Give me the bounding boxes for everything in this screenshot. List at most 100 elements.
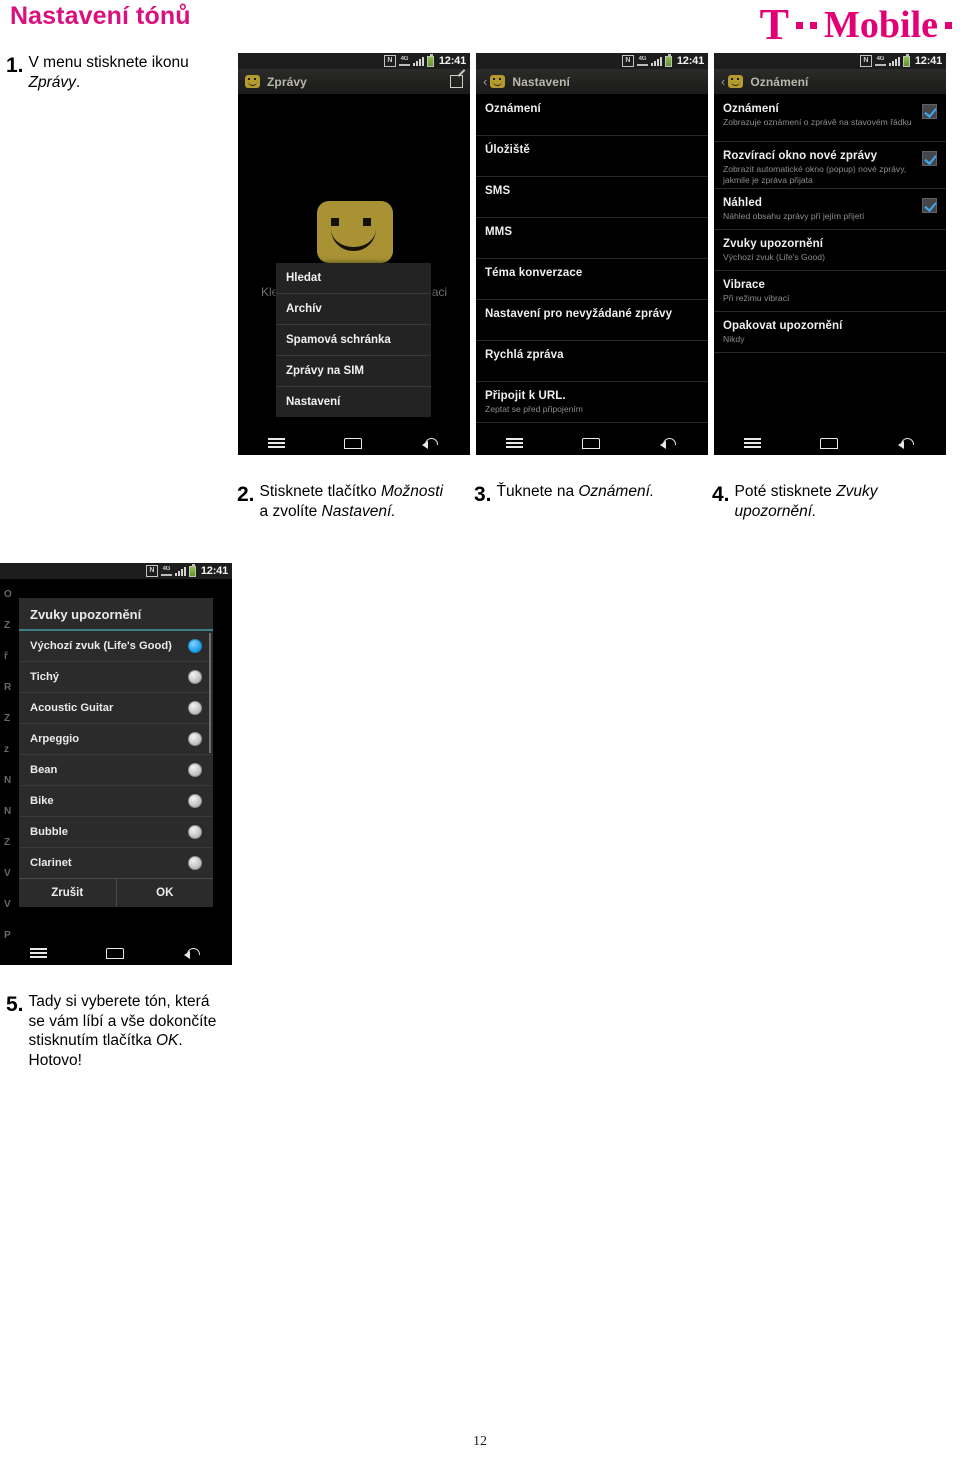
network-4g-icon: 4G [636, 56, 648, 66]
network-4g-icon: 4G [160, 566, 172, 576]
page-title: Nastavení tónů [10, 2, 191, 30]
list-item[interactable]: MMS [476, 218, 708, 259]
radio-icon[interactable] [188, 763, 202, 777]
options-menu[interactable]: Hledat Archív Spamová schránka Zprávy na… [276, 263, 431, 417]
list-item-subtitle: Zobrazit automatické okno (popup) nové z… [723, 164, 907, 185]
menu-item-hledat[interactable]: Hledat [276, 263, 431, 294]
status-clock: 12:41 [676, 55, 704, 67]
list-item[interactable]: Rychlá zpráva [476, 341, 708, 382]
menu-item-zpravy-na-sim[interactable]: Zprávy na SIM [276, 356, 431, 387]
radio-option[interactable]: Acoustic Guitar [19, 693, 213, 724]
tmobile-dot-icon [810, 21, 818, 29]
tmobile-t-letter: T [759, 0, 790, 49]
messages-smiley-icon [245, 75, 260, 88]
tmobile-dot-icon [945, 21, 952, 29]
checkbox-checked-icon[interactable] [922, 151, 937, 166]
list-item[interactable]: Vibrace Při režimu vibrací [714, 271, 946, 312]
ok-button[interactable]: OK [117, 879, 214, 907]
list-item-label: Opakovat upozornění [723, 320, 843, 332]
list-item[interactable]: Úložiště [476, 136, 708, 177]
radio-option[interactable]: Arpeggio [19, 724, 213, 755]
back-chevron-icon[interactable]: ‹ [483, 75, 487, 88]
battery-icon [664, 53, 672, 67]
step-number: 3. [474, 483, 492, 506]
compose-icon[interactable] [450, 75, 463, 88]
radio-icon[interactable] [188, 856, 202, 870]
step-number: 1. [6, 54, 24, 77]
radio-icon[interactable] [188, 670, 202, 684]
scrollbar[interactable] [209, 633, 211, 753]
tmobile-logo: T Mobile [759, 0, 952, 49]
list-item-label: Rychlá zpráva [485, 349, 564, 361]
list-item-label: SMS [485, 185, 511, 197]
network-4g-icon: 4G [398, 56, 410, 66]
menu-icon[interactable] [267, 438, 285, 448]
radio-option[interactable]: Clarinet [19, 848, 213, 878]
back-icon[interactable] [422, 437, 440, 449]
checkbox-checked-icon[interactable] [922, 104, 937, 119]
radio-option[interactable]: Bean [19, 755, 213, 786]
menu-item-spamova-schranka[interactable]: Spamová schránka [276, 325, 431, 356]
network-4g-icon: 4G [874, 56, 886, 66]
back-chevron-icon[interactable]: ‹ [721, 75, 725, 88]
list-item[interactable]: Rozvírací okno nové zprávy Zobrazit auto… [714, 142, 946, 189]
radio-icon[interactable] [188, 732, 202, 746]
radio-option[interactable]: Tichý [19, 662, 213, 693]
menu-icon[interactable] [29, 948, 47, 958]
step-number: 2. [237, 483, 255, 506]
home-icon[interactable] [820, 437, 839, 449]
radio-selected-icon[interactable] [188, 639, 202, 653]
radio-option[interactable]: Bubble [19, 817, 213, 848]
list-item-subtitle: Zobrazuje oznámení o zprávě na stavovém … [723, 117, 912, 127]
list-item[interactable]: Připojit k URL. Zeptat se před připojení… [476, 382, 708, 423]
list-item[interactable]: Nastavení pro nevyžádané zprávy [476, 300, 708, 341]
list-item-label: Nastavení pro nevyžádané zprávy [485, 308, 673, 320]
cancel-button[interactable]: Zrušit [19, 879, 117, 907]
menu-item-archiv[interactable]: Archív [276, 294, 431, 325]
nfc-icon: N [621, 55, 634, 67]
app-title: Oznámení [750, 74, 809, 89]
step-text: Poté stisknete Zvuky upozornění. [734, 483, 878, 520]
ringtone-option-list[interactable]: Výchozí zvuk (Life's Good) Tichý Acousti… [19, 631, 213, 878]
step-caption-1: 1. V menu stisknete ikonu Zprávy. [6, 53, 221, 92]
checkbox-checked-icon[interactable] [922, 198, 937, 213]
dialog-layer: OZřRZzNNZVVPON Zvuky upozornění Výchozí … [0, 579, 232, 941]
radio-icon[interactable] [188, 701, 202, 715]
list-item-label: Téma konverzace [485, 267, 583, 279]
navigation-bar [476, 431, 708, 455]
list-item[interactable]: Oznámení Zobrazuje oznámení o zprávě na … [714, 95, 946, 142]
list-item-label: Rozvírací okno nové zprávy [723, 150, 878, 162]
back-icon[interactable] [898, 437, 916, 449]
list-item-subtitle: Při režimu vibrací [723, 293, 790, 303]
radio-option-label: Acoustic Guitar [30, 702, 114, 714]
messages-empty-state: Klepnutím sem zahájíte konverzaci Hledat… [238, 95, 470, 431]
list-item[interactable]: Opakovat upozornění Nikdy [714, 312, 946, 353]
menu-icon[interactable] [505, 438, 523, 448]
status-clock: 12:41 [438, 55, 466, 67]
radio-icon[interactable] [188, 794, 202, 808]
home-icon[interactable] [106, 947, 125, 959]
back-icon[interactable] [660, 437, 678, 449]
phone-screenshot-3: N 4G 12:41 ‹ Oznámení Oznámení Zobrazuje… [714, 53, 946, 455]
messages-smiley-icon [728, 75, 744, 88]
list-item[interactable]: SMS [476, 177, 708, 218]
home-icon[interactable] [582, 437, 601, 449]
radio-option[interactable]: Bike [19, 786, 213, 817]
list-item[interactable]: Náhled Náhled obsahu zprávy při jejím př… [714, 189, 946, 230]
app-title-bar: ‹ Nastavení [476, 69, 708, 95]
list-item[interactable]: Zvuky upozornění Výchozí zvuk (Life's Go… [714, 230, 946, 271]
list-item[interactable]: Oznámení [476, 95, 708, 136]
list-item-label: Náhled [723, 197, 762, 209]
menu-icon[interactable] [743, 438, 761, 448]
radio-option[interactable]: Výchozí zvuk (Life's Good) [19, 631, 213, 662]
home-icon[interactable] [344, 437, 363, 449]
menu-item-nastaveni[interactable]: Nastavení [276, 387, 431, 417]
app-title: Zprávy [267, 74, 307, 89]
status-clock: 12:41 [200, 565, 228, 577]
tmobile-dot-group-left [796, 21, 818, 29]
list-item[interactable]: Téma konverzace [476, 259, 708, 300]
back-icon[interactable] [184, 947, 202, 959]
phone-screenshot-4: N 4G 12:41 OZřRZzNNZVVPON Zvuky upozorně… [0, 563, 232, 965]
step-caption-4: 4. Poté stisknete Zvuky upozornění. [712, 482, 942, 521]
radio-icon[interactable] [188, 825, 202, 839]
